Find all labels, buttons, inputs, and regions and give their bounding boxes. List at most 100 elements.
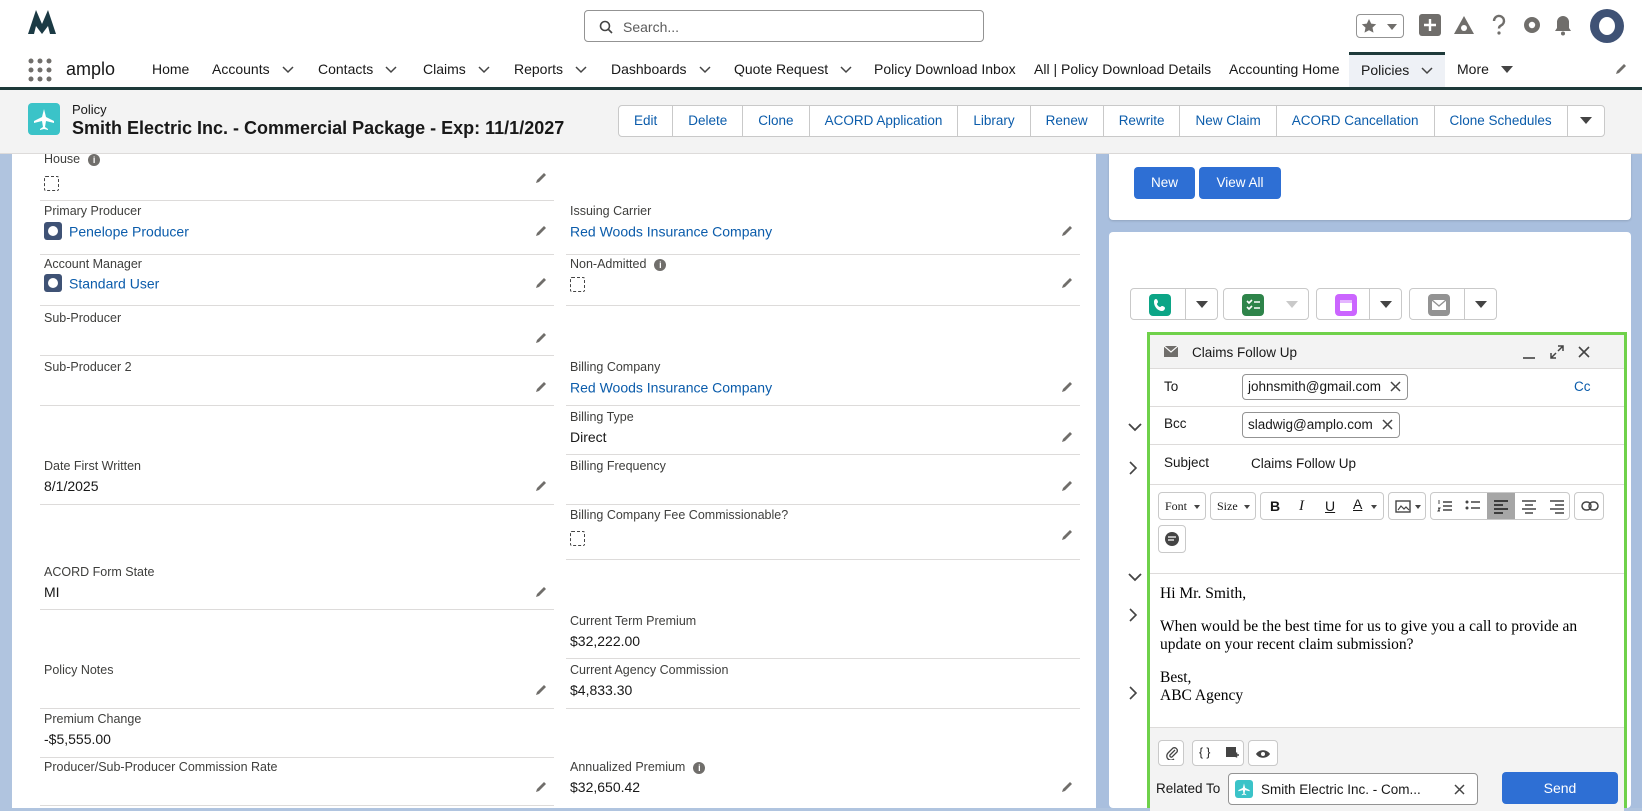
chevron-down-icon[interactable] (840, 66, 852, 74)
add-icon[interactable] (1419, 14, 1441, 36)
bell-icon[interactable] (1553, 14, 1573, 36)
bcc-recipient-pill[interactable]: sladwig@amplo.com (1242, 412, 1400, 438)
pencil-icon[interactable] (535, 276, 548, 289)
account-manager-link[interactable]: Standard User (69, 275, 159, 291)
nav-item-accounts[interactable]: Accounts (212, 52, 294, 87)
rewrite-button[interactable]: Rewrite (1104, 106, 1181, 136)
chevron-down-icon[interactable] (1421, 67, 1433, 75)
help-icon[interactable] (1489, 14, 1509, 36)
align-left-button[interactable] (1487, 493, 1515, 519)
new-button[interactable]: New (1134, 167, 1195, 199)
search-input[interactable]: Search... (623, 19, 679, 35)
chevron-down-icon[interactable] (282, 66, 294, 74)
gear-icon[interactable] (1521, 14, 1543, 36)
size-select[interactable]: Size (1210, 492, 1256, 520)
send-email-button[interactable] (1409, 288, 1497, 320)
quick-text-button[interactable] (1158, 525, 1186, 553)
nav-item-accounting-home[interactable]: Accounting Home (1229, 52, 1340, 87)
nav-item-reports[interactable]: Reports (514, 52, 587, 87)
info-icon[interactable]: i (88, 153, 101, 166)
new-event-button[interactable] (1316, 288, 1402, 320)
pencil-icon[interactable] (1061, 224, 1074, 237)
acord-cancellation-button[interactable]: ACORD Cancellation (1277, 106, 1435, 136)
chevron-down-icon[interactable] (478, 66, 490, 74)
nav-item-home[interactable]: Home (152, 52, 189, 87)
renew-button[interactable]: Renew (1031, 106, 1104, 136)
preview-button[interactable] (1248, 740, 1278, 766)
chevron-down-icon[interactable] (1128, 423, 1142, 433)
delete-button[interactable]: Delete (673, 106, 744, 136)
chevron-right-icon[interactable] (1129, 461, 1139, 475)
pencil-icon[interactable] (535, 683, 548, 696)
send-button[interactable]: Send (1502, 772, 1618, 804)
expand-icon[interactable] (1550, 345, 1564, 359)
template-icon[interactable] (1225, 746, 1239, 760)
italic-icon[interactable]: I (1299, 498, 1304, 515)
primary-producer-link[interactable]: Penelope Producer (69, 223, 189, 239)
attach-button[interactable] (1158, 740, 1184, 766)
pencil-icon[interactable] (535, 331, 548, 344)
log-call-button[interactable] (1130, 288, 1218, 320)
new-task-button[interactable] (1223, 288, 1309, 320)
pencil-icon[interactable] (1061, 780, 1074, 793)
more-actions-button[interactable] (1568, 106, 1604, 136)
subject-input[interactable]: Claims Follow Up (1251, 456, 1356, 471)
info-icon[interactable]: i (654, 258, 667, 271)
underline-icon[interactable]: U (1325, 498, 1335, 514)
chevron-down-icon[interactable] (698, 66, 711, 74)
related-to-lookup[interactable]: Smith Electric Inc. - Com... (1228, 773, 1478, 805)
insert-image-button[interactable] (1388, 492, 1426, 520)
clone-button[interactable]: Clone (743, 106, 810, 136)
nav-item-dashboards[interactable]: Dashboards (611, 52, 711, 87)
close-icon[interactable] (1390, 381, 1401, 392)
app-launcher-icon[interactable] (28, 58, 52, 82)
insert-link-button[interactable] (1574, 492, 1604, 520)
to-recipient-pill[interactable]: johnsmith@gmail.com (1242, 374, 1408, 400)
nav-item-quote-request[interactable]: Quote Request (734, 52, 852, 87)
global-search[interactable]: Search... (584, 10, 984, 42)
pencil-icon[interactable] (1061, 479, 1074, 492)
chevron-down-icon[interactable] (1464, 289, 1496, 319)
pencil-icon[interactable] (535, 224, 548, 237)
close-icon[interactable] (1454, 784, 1465, 795)
chevron-down-icon[interactable] (575, 66, 587, 74)
cc-link[interactable]: Cc (1574, 379, 1591, 394)
pencil-icon[interactable] (535, 380, 548, 393)
favorites-button[interactable] (1356, 14, 1404, 38)
new-claim-button[interactable]: New Claim (1180, 106, 1277, 136)
nav-item-contacts[interactable]: Contacts (318, 52, 397, 87)
chevron-down-icon[interactable] (385, 66, 397, 74)
trailhead-icon[interactable] (1453, 14, 1475, 36)
pencil-icon[interactable] (1061, 528, 1074, 541)
library-button[interactable]: Library (958, 106, 1031, 136)
pencil-icon[interactable] (535, 780, 548, 793)
pencil-icon[interactable] (535, 171, 548, 184)
chevron-right-icon[interactable] (1129, 686, 1139, 700)
pencil-icon[interactable] (535, 479, 548, 492)
nav-item-policy-download-details[interactable]: All | Policy Download Details (1034, 52, 1211, 87)
email-body-editor[interactable]: Hi Mr. Smith, When would be the best tim… (1160, 585, 1610, 720)
user-avatar[interactable] (1590, 9, 1624, 43)
close-icon[interactable] (1578, 346, 1590, 358)
pencil-icon[interactable] (1061, 430, 1074, 443)
merge-field-icon[interactable]: { } (1199, 745, 1210, 759)
align-center-icon[interactable] (1521, 500, 1537, 514)
bulleted-list-icon[interactable] (1465, 499, 1481, 513)
pencil-icon[interactable] (1061, 380, 1074, 393)
chevron-down-icon[interactable] (1276, 289, 1308, 319)
view-all-button[interactable]: View All (1199, 167, 1281, 199)
chevron-down-icon[interactable] (1185, 289, 1217, 319)
clone-schedules-button[interactable]: Clone Schedules (1435, 106, 1568, 136)
billing-company-link[interactable]: Red Woods Insurance Company (570, 379, 772, 395)
amplo-logo[interactable] (28, 10, 56, 37)
chevron-down-icon[interactable] (1128, 573, 1142, 583)
chevron-down-icon[interactable] (1369, 289, 1401, 319)
nav-item-more[interactable]: More (1457, 52, 1513, 87)
nav-item-claims[interactable]: Claims (423, 52, 490, 87)
acord-application-button[interactable]: ACORD Application (810, 106, 959, 136)
bold-icon[interactable]: B (1270, 498, 1280, 514)
edit-button[interactable]: Edit (619, 106, 674, 136)
numbered-list-icon[interactable] (1437, 499, 1453, 513)
close-icon[interactable] (1382, 419, 1393, 430)
font-select[interactable]: Font (1158, 492, 1206, 520)
